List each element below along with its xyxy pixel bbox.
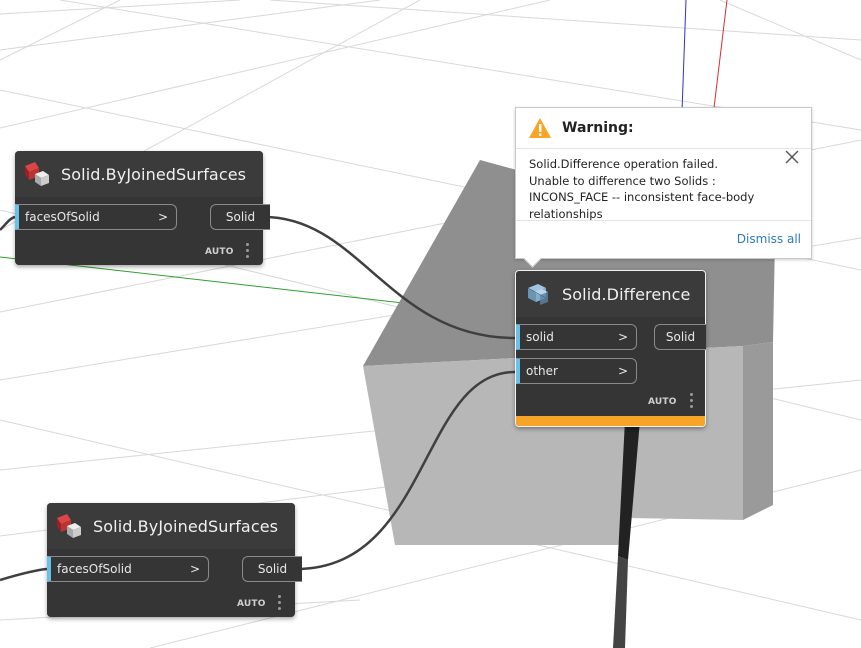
node-solid-by-joined-surfaces-bottom[interactable]: Solid.ByJoinedSurfaces facesOfSolid > So… [47,503,302,617]
divider [516,220,811,221]
node-header[interactable]: Solid.Difference [516,271,705,317]
lacing-label[interactable]: AUTO [205,247,234,257]
more-options-icon[interactable] [246,243,250,261]
node-header[interactable]: Solid.ByJoinedSurfaces [15,151,263,197]
solid-cube-icon [57,514,81,538]
port-label: Solid [257,562,288,576]
node-title: Solid.ByJoinedSurfaces [93,516,279,536]
node-solid-by-joined-surfaces-top[interactable]: Solid.ByJoinedSurfaces facesOfSolid > So… [15,151,270,265]
input-port-faces-of-solid[interactable]: facesOfSolid > [15,204,177,230]
node-title: Solid.Difference [562,284,691,304]
lacing-label[interactable]: AUTO [648,397,677,407]
input-port-solid[interactable]: solid > [516,324,637,350]
port-label: solid [526,330,554,344]
wire-left-bottom [0,567,48,582]
node-solid-difference[interactable]: Solid.Difference solid > other > Solid A… [515,270,706,427]
input-port-faces-of-solid[interactable]: facesOfSolid > [47,556,209,582]
output-port-solid[interactable]: Solid [210,204,270,230]
node-header[interactable]: Solid.ByJoinedSurfaces [47,503,295,549]
more-options-icon[interactable] [690,393,694,411]
warning-message: Solid.Difference operation failed. Unabl… [529,157,755,221]
dismiss-all-link[interactable]: Dismiss all [737,232,801,246]
solid-difference-icon [527,284,548,305]
port-label: Solid [665,330,696,344]
chevron-right-icon: > [157,210,168,224]
port-label: facesOfSolid [25,210,100,224]
warning-header: Warning: [516,108,811,149]
warning-title: Warning: [562,120,634,136]
close-icon[interactable] [785,150,799,164]
input-port-other[interactable]: other > [516,358,637,384]
chevron-right-icon: > [617,330,628,344]
node-title: Solid.ByJoinedSurfaces [61,164,247,184]
output-port-solid[interactable]: Solid [654,324,706,350]
warning-status-bar [516,416,705,426]
more-options-icon[interactable] [278,595,282,613]
port-label: facesOfSolid [57,562,132,576]
port-label: Solid [225,210,256,224]
output-port-solid[interactable]: Solid [242,556,302,582]
port-label: other [526,364,558,378]
warning-popup: Warning: Solid.Difference operation fail… [515,107,812,268]
solid-cube-icon [25,162,49,186]
warning-triangle-icon [529,118,551,138]
chevron-right-icon: > [189,562,200,576]
lacing-label[interactable]: AUTO [237,599,266,609]
chevron-right-icon: > [617,364,628,378]
